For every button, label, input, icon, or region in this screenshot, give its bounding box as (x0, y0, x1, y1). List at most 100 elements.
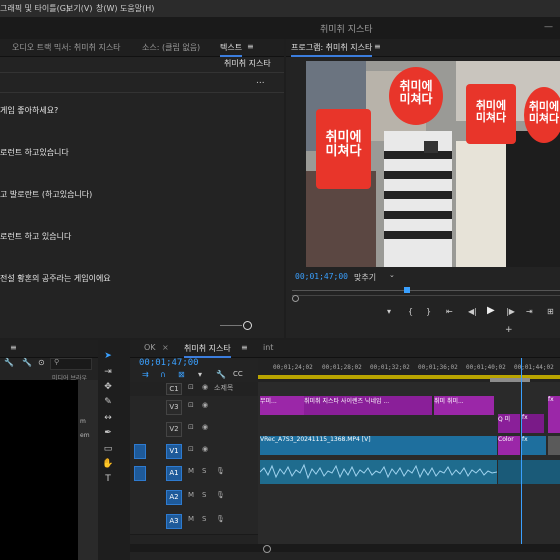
list-item[interactable]: em (80, 432, 90, 439)
fit-dropdown[interactable]: 맞추기 (354, 272, 376, 283)
clip-a1-2[interactable] (498, 460, 560, 484)
step-back-icon[interactable]: ◀| (468, 307, 477, 316)
hand-tool-icon[interactable]: ✋ (102, 458, 114, 470)
track-label-v3[interactable]: V3 (166, 400, 182, 415)
program-timecode[interactable]: 00;01;47;00 (295, 272, 348, 281)
mute-button[interactable]: M (188, 491, 194, 499)
hamburger-icon[interactable]: ≡ (241, 343, 248, 352)
captions-icon[interactable]: CC (233, 370, 243, 378)
track-label-a1[interactable]: A1 (166, 466, 182, 481)
list-item[interactable]: m (80, 418, 86, 425)
track-label-v1[interactable]: V1 (166, 444, 182, 459)
eye-icon[interactable]: ⊙ (38, 358, 45, 367)
type-tool-icon[interactable]: T (102, 473, 114, 485)
solo-button[interactable]: S (202, 491, 206, 499)
time-ruler[interactable]: 00;01;24;02 00;01;28;02 00;01;32;02 00;0… (258, 358, 560, 382)
lock-icon[interactable]: ⊡ (188, 423, 194, 431)
lock-icon[interactable]: ⊡ (188, 445, 194, 453)
add-marker-icon[interactable]: ▾ (387, 307, 391, 316)
timeline-playhead[interactable] (521, 358, 522, 548)
insert-icon[interactable]: ⊞ (547, 307, 554, 316)
track-label-c1[interactable]: C1 (166, 383, 182, 395)
clip-v1-3[interactable] (548, 436, 560, 455)
solo-button[interactable]: S (202, 515, 206, 523)
mic-icon[interactable]: 🎙 (216, 467, 225, 475)
eye-icon[interactable]: ◉ (202, 423, 208, 431)
track-label-a3[interactable]: A3 (166, 514, 182, 529)
source-patch-v1[interactable] (134, 444, 146, 459)
chevron-down-icon[interactable]: ⌄ (389, 271, 395, 279)
menu-graphics[interactable]: 그래픽 및 타이틀(G) (0, 3, 69, 14)
clip-v3-1[interactable]: 무미... (260, 396, 304, 415)
pen-tool-icon[interactable]: ✒ (102, 427, 114, 439)
mic-icon[interactable]: 🎙 (216, 515, 225, 523)
source-patch-a1[interactable] (134, 466, 146, 481)
timeline-timecode[interactable]: 00;01;47;00 (139, 358, 199, 368)
rectangle-tool-icon[interactable]: ▭ (102, 443, 114, 455)
lock-icon[interactable]: ⊡ (188, 401, 194, 409)
mark-out-icon[interactable]: } (426, 307, 431, 316)
caption-2[interactable]: 로런트 하고있습니다 (0, 147, 69, 158)
track-label-a2[interactable]: A2 (166, 490, 182, 505)
clip-v3-2[interactable]: 취미취 지스타 사이렌즈 닉네임 ... (304, 396, 432, 415)
step-forward-icon[interactable]: |▶ (506, 307, 515, 316)
settings-icon[interactable]: 🔧 (216, 370, 226, 379)
caption-4[interactable]: 로런트 하고 있습니다 (0, 231, 71, 242)
go-to-out-icon[interactable]: ⇥ (526, 307, 533, 316)
wrench-icon[interactable]: 🔧 (22, 358, 32, 367)
tab-audio-mixer[interactable]: 오디오 트랙 믹서: 취미취 지스타 (12, 42, 121, 53)
clip-v2-3[interactable] (548, 414, 560, 433)
clip-v1-main[interactable]: VRec_A7S3_20241115_1368.MP4 [V] (260, 436, 497, 455)
close-icon[interactable]: × (162, 343, 169, 352)
hamburger-icon[interactable]: ≡ (10, 343, 17, 352)
caption-3[interactable]: 고 발로란트 (하고있습니다) (0, 189, 92, 200)
wrench-icon[interactable]: 🔧 (4, 358, 14, 367)
clip-a1-main[interactable] (259, 460, 498, 484)
horizontal-scrollbar[interactable] (130, 544, 560, 552)
ripple-edit-icon[interactable]: ✥ (102, 381, 114, 393)
tab-program[interactable]: 프로그램: 취미취 지스타 (291, 42, 373, 57)
scroll-handle-left[interactable] (263, 545, 271, 553)
playhead-track[interactable] (292, 290, 560, 291)
hamburger-icon[interactable]: ≡ (374, 42, 381, 51)
more-options-icon[interactable]: ... (256, 76, 265, 86)
eye-icon[interactable]: ◉ (202, 401, 208, 409)
slip-tool-icon[interactable]: ↔ (102, 412, 114, 424)
caption-5[interactable]: 전설 황혼의 공주라는 게임이에요 (0, 273, 111, 284)
plus-icon[interactable]: + (505, 325, 513, 335)
playhead[interactable] (404, 287, 410, 293)
razor-tool-icon[interactable]: ✎ (102, 396, 114, 408)
menu-window[interactable]: 창(W) (96, 3, 118, 14)
mic-icon[interactable]: 🎙 (216, 491, 225, 499)
play-icon[interactable]: ▶ (487, 305, 495, 316)
zoom-handle[interactable] (292, 295, 299, 302)
track-label-v2[interactable]: V2 (166, 422, 182, 437)
track-select-icon[interactable]: ⇥ (102, 366, 114, 378)
menu-help[interactable]: 도움말(H) (120, 3, 154, 14)
clip-v1-color[interactable]: Color (498, 436, 520, 455)
marker-icon[interactable]: ▾ (198, 370, 202, 379)
clip-v3-4[interactable]: fx (548, 396, 560, 415)
minimize-icon[interactable]: — (544, 22, 553, 32)
clip-v2-2[interactable]: fx (522, 414, 544, 433)
tab-other[interactable]: int (263, 343, 273, 352)
tab-sequence[interactable]: 취미취 지스타 (184, 343, 231, 358)
mark-in-icon[interactable]: { (408, 307, 413, 316)
tab-ok[interactable]: OK (144, 343, 156, 352)
zoom-slider-track[interactable] (220, 325, 242, 326)
tab-source[interactable]: 소스: (클립 없음) (142, 42, 200, 53)
clip-v3-3[interactable]: 취미 취미... (434, 396, 494, 415)
magnet-icon[interactable]: ∩ (160, 370, 166, 379)
tab-text[interactable]: 텍스트 (220, 42, 243, 57)
linked-selection-icon[interactable]: ⊠ (178, 370, 185, 379)
eye-icon[interactable]: ◉ (202, 383, 208, 391)
mute-button[interactable]: M (188, 515, 194, 523)
zoom-slider-handle[interactable] (243, 321, 252, 330)
clip-v1-2[interactable]: fx (522, 436, 546, 455)
selection-tool-icon[interactable]: ➤ (102, 350, 114, 362)
go-to-in-icon[interactable]: ⇤ (446, 307, 453, 316)
eye-icon[interactable]: ◉ (202, 445, 208, 453)
menu-view[interactable]: 보기(V) (66, 3, 92, 14)
lock-icon[interactable]: ⊡ (188, 383, 194, 391)
solo-button[interactable]: S (202, 467, 206, 475)
